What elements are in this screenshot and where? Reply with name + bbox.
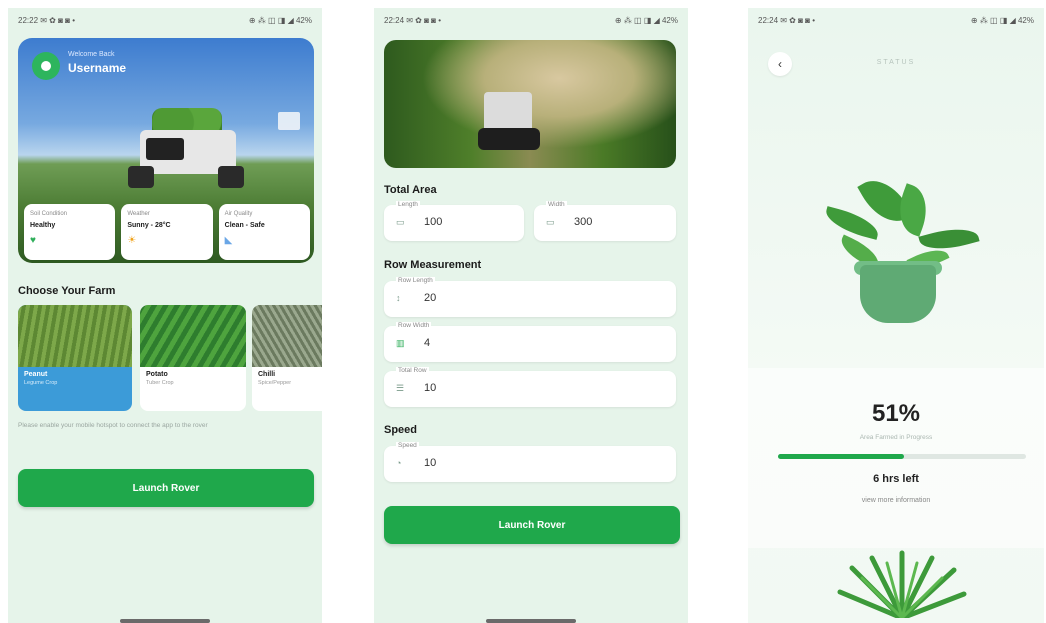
row-width-value: 4 [424, 337, 431, 349]
length-value: 100 [424, 216, 443, 228]
status-bar: 22:24 ✉ ✿ ◙ ◙ • ⊕ ⁂ ◫ ◨ ◢ 42% [748, 8, 1044, 32]
stat-value: Sunny - 28°C [127, 222, 171, 229]
launch-rover-button[interactable]: Launch Rover [18, 469, 314, 507]
row-length-value: 20 [424, 292, 437, 304]
field-label: Length [396, 201, 420, 208]
farm-card-chilli[interactable]: Chilli Spice/Pepper [252, 305, 322, 411]
rover-plants-image [152, 108, 222, 132]
farm-subtitle: Legume Crop [24, 380, 58, 386]
farm-name: Peanut [24, 371, 48, 378]
fern-image [837, 550, 967, 618]
farm-image [18, 305, 132, 367]
rover-wheel-image [128, 166, 154, 188]
soil-condition-card: Soil Condition Healthy ♥ [24, 204, 116, 260]
robot-wheels-image [478, 128, 540, 150]
rover-screen-image [146, 138, 184, 160]
row-width-field[interactable]: Row Width ▥ 4 [384, 322, 676, 362]
row-length-field[interactable]: Row Length ↕ 20 [384, 277, 676, 317]
launch-rover-button[interactable]: Launch Rover [384, 506, 680, 544]
farm-image [140, 305, 246, 367]
progress-subtitle: Area Farmed in Progress [859, 434, 933, 441]
stat-value: Healthy [30, 222, 56, 229]
rover-wheel-image [218, 166, 244, 188]
map-icon[interactable] [278, 112, 300, 130]
heart-icon: ♥ [30, 235, 36, 246]
width-field[interactable]: Width ▭ 300 [534, 201, 676, 241]
status-bar: 22:24 ✉ ✿ ◙ ◙ • ⊕ ⁂ ◫ ◨ ◢ 42% [374, 8, 688, 32]
farm-list: Peanut Legume Crop Potato Tuber Crop Chi… [18, 305, 322, 411]
welcome-text: Welcome Back [68, 51, 115, 58]
user-icon [41, 61, 51, 71]
field-label: Speed [396, 442, 419, 449]
total-row-field[interactable]: Total Row ☰ 10 [384, 367, 676, 407]
field-label: Total Row [396, 367, 429, 374]
more-info-link[interactable]: view more information [748, 497, 1044, 504]
page-title: STATUS [876, 59, 916, 66]
status-icons: ⊕ ⁂ ◫ ◨ ◢ 42% [248, 15, 312, 25]
plant-illustration [748, 113, 1044, 343]
rows-icon: ☰ [396, 383, 405, 393]
choose-farm-title: Choose Your Farm [18, 285, 116, 297]
farm-subtitle: Tuber Crop [146, 380, 174, 386]
ruler-icon: ▭ [396, 217, 405, 227]
wind-icon: ◣ [224, 235, 233, 246]
status-time: 22:24 ✉ ✿ ◙ ◙ • [758, 15, 816, 25]
home-indicator[interactable] [486, 619, 576, 623]
width-value: 300 [574, 216, 593, 228]
leaf-image [822, 206, 882, 240]
speed-field[interactable]: Speed ◔ 10 [384, 442, 676, 482]
vertical-arrows-icon: ↕ [396, 293, 401, 303]
stat-label: Soil Condition [30, 211, 68, 217]
status-bar: 22:22 ✉ ✿ ◙ ◙ • ⊕ ⁂ ◫ ◨ ◢ 42% [8, 8, 322, 32]
speed-icon: ◔ [396, 458, 402, 468]
total-area-title: Total Area [384, 184, 437, 196]
length-field[interactable]: Length ▭ 100 [384, 201, 524, 241]
progress-bar [778, 454, 1026, 459]
farm-subtitle: Spice/Pepper [258, 380, 292, 386]
field-label: Width [546, 201, 567, 208]
sun-icon: ☀ [127, 235, 137, 246]
avatar[interactable] [32, 52, 60, 80]
hotspot-notice: Please enable your mobile hotspot to con… [18, 422, 208, 429]
stat-label: Weather [127, 211, 150, 217]
weather-card: Weather Sunny - 28°C ☀ [121, 204, 213, 260]
farm-name: Potato [146, 371, 168, 378]
speed-title: Speed [384, 424, 418, 436]
status-screen: 22:24 ✉ ✿ ◙ ◙ • ⊕ ⁂ ◫ ◨ ◢ 42% ‹ STATUS 5… [748, 8, 1044, 623]
farm-photo [384, 40, 676, 168]
username: Username [68, 61, 127, 75]
total-row-value: 10 [424, 382, 437, 394]
status-icons: ⊕ ⁂ ◫ ◨ ◢ 42% [614, 15, 678, 25]
progress-bar-fill [778, 454, 905, 459]
field-label: Row Width [396, 322, 432, 329]
farm-card-peanut[interactable]: Peanut Legume Crop [18, 305, 132, 411]
ruler-icon: ▭ [546, 217, 555, 227]
home-screen: 22:22 ✉ ✿ ◙ ◙ • ⊕ ⁂ ◫ ◨ ◢ 42% Welcome Ba… [8, 8, 322, 623]
status-time: 22:24 ✉ ✿ ◙ ◙ • [384, 15, 442, 25]
farm-card-potato[interactable]: Potato Tuber Crop [140, 305, 246, 411]
speed-value: 10 [424, 457, 437, 469]
stats-row: Soil Condition Healthy ♥ Weather Sunny -… [24, 204, 310, 260]
farm-image [252, 305, 322, 367]
pot-image [860, 265, 936, 323]
rover-setup-screen: 22:24 ✉ ✿ ◙ ◙ • ⊕ ⁂ ◫ ◨ ◢ 42% Total Area… [374, 8, 688, 623]
status-icons: ⊕ ⁂ ◫ ◨ ◢ 42% [970, 15, 1034, 25]
row-width-icon: ▥ [396, 338, 405, 348]
field-label: Row Length [396, 277, 435, 284]
row-measurement-title: Row Measurement [384, 259, 482, 271]
farm-name: Chilli [258, 371, 276, 378]
progress-percent: 51% [871, 400, 921, 427]
time-left: 6 hrs left [873, 473, 919, 485]
air-quality-card: Air Quality Clean - Safe ◣ [218, 204, 310, 260]
stat-value: Clean - Safe [224, 222, 265, 229]
status-time: 22:22 ✉ ✿ ◙ ◙ • [18, 15, 76, 25]
stat-label: Air Quality [224, 211, 253, 217]
home-indicator[interactable] [120, 619, 210, 623]
